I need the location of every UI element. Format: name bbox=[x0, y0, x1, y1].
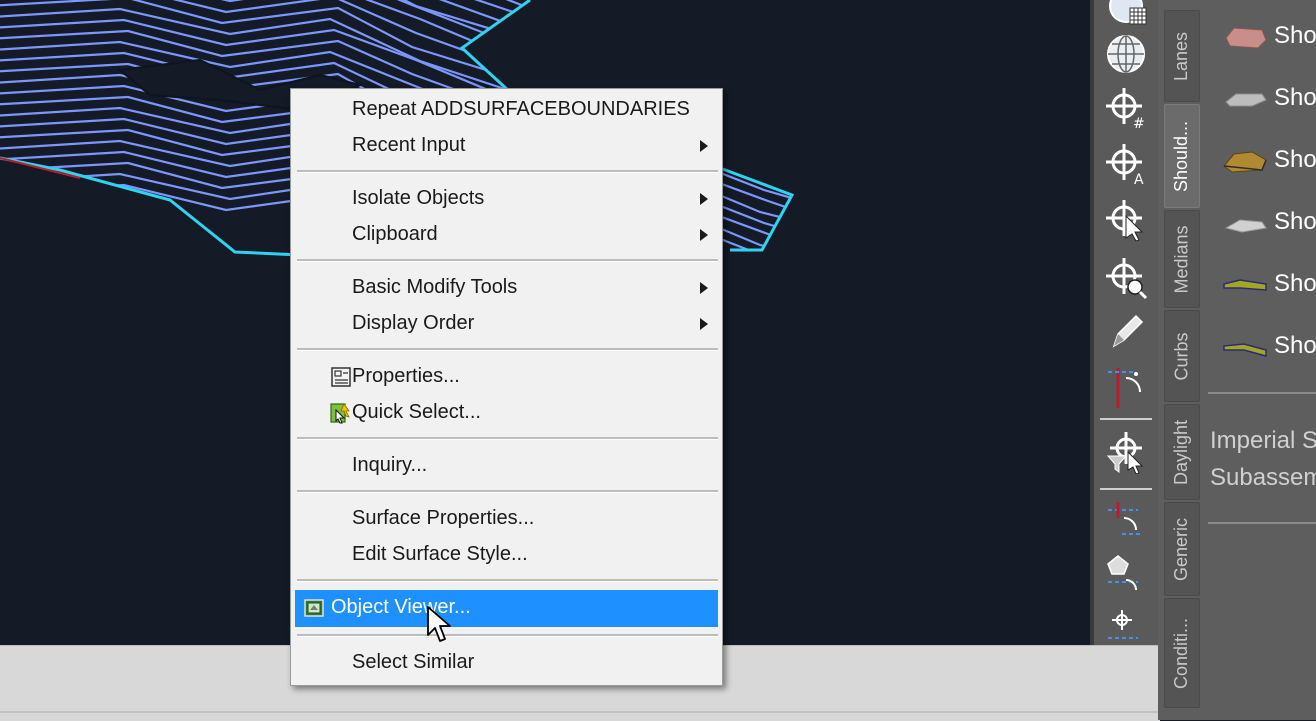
offset-line-icon[interactable] bbox=[1104, 498, 1148, 542]
filter-select-icon[interactable] bbox=[1104, 430, 1148, 474]
menu-item-surface-properties[interactable]: Surface Properties... bbox=[295, 501, 718, 536]
submenu-arrow-icon bbox=[700, 193, 708, 205]
menu-item-inquiry[interactable]: Inquiry... bbox=[295, 448, 718, 483]
shoulder-thumb-icon bbox=[1225, 27, 1267, 49]
tab-curbs[interactable]: Curbs bbox=[1164, 310, 1200, 402]
tab-lanes[interactable]: Lanes bbox=[1164, 10, 1200, 102]
palette-content: Sho Sho Sho Sho Sho Sho Imperial S Subas… bbox=[1204, 0, 1316, 720]
tool-palette: Lanes Should... Medians Curbs Daylight G… bbox=[1158, 0, 1316, 720]
shoulder-thumb-icon bbox=[1223, 343, 1267, 357]
shoulder-thumb-icon bbox=[1225, 93, 1267, 107]
tab-shoulders[interactable]: Should... bbox=[1164, 104, 1200, 208]
menu-item-recent-input[interactable]: Recent Input bbox=[295, 128, 718, 163]
crosshair-zoom-icon[interactable] bbox=[1104, 256, 1148, 300]
subassembly-toolbar: # A bbox=[1090, 0, 1158, 645]
palette-item[interactable]: Sho bbox=[1218, 138, 1316, 182]
properties-icon bbox=[331, 367, 351, 387]
menu-item-isolate-objects[interactable]: Isolate Objects bbox=[295, 181, 718, 216]
mouse-cursor-icon bbox=[427, 606, 451, 642]
menu-item-select-similar[interactable]: Select Similar bbox=[295, 645, 718, 680]
palette-item[interactable]: Sho bbox=[1218, 14, 1316, 58]
menu-item-object-viewer[interactable]: Object Viewer... bbox=[295, 590, 718, 627]
svg-text:A: A bbox=[1134, 172, 1144, 186]
grid-tool-icon[interactable] bbox=[1104, 0, 1148, 30]
tab-medians[interactable]: Medians bbox=[1164, 210, 1200, 308]
tab-daylight[interactable]: Daylight bbox=[1164, 404, 1200, 500]
palette-item[interactable]: Sho bbox=[1218, 262, 1316, 306]
shoulder-thumb-icon bbox=[1223, 279, 1267, 291]
submenu-arrow-icon bbox=[700, 229, 708, 241]
crosshair-select-icon[interactable] bbox=[1104, 198, 1148, 242]
menu-item-basic-modify-tools[interactable]: Basic Modify Tools bbox=[295, 270, 718, 305]
insert-point-icon[interactable] bbox=[1104, 552, 1148, 596]
palette-footer-text: Imperial S Subassem bbox=[1210, 427, 1316, 491]
menu-item-repeat-command[interactable]: Repeat ADDSURFACEBOUNDARIES bbox=[295, 92, 718, 127]
palette-item[interactable]: Sho bbox=[1218, 324, 1316, 368]
pencil-icon[interactable] bbox=[1104, 310, 1148, 354]
crosshair-hash-icon[interactable]: # bbox=[1104, 86, 1148, 130]
context-menu: Repeat ADDSURFACEBOUNDARIES Recent Input… bbox=[290, 88, 723, 686]
submenu-arrow-icon bbox=[700, 282, 708, 294]
svg-text:#: # bbox=[1133, 116, 1145, 130]
shoulder-thumb-icon bbox=[1223, 151, 1267, 173]
quick-select-icon bbox=[330, 403, 350, 424]
crosshair-a-icon[interactable]: A bbox=[1104, 142, 1148, 186]
palette-tab-strip: Lanes Should... Medians Curbs Daylight G… bbox=[1158, 0, 1205, 720]
palette-item[interactable]: Sho bbox=[1218, 76, 1316, 120]
tab-conditional[interactable]: Conditi... bbox=[1164, 598, 1200, 708]
offset-arc-icon[interactable] bbox=[1104, 364, 1148, 408]
menu-item-quick-select[interactable]: Quick Select... bbox=[295, 395, 718, 430]
submenu-arrow-icon bbox=[700, 318, 708, 330]
menu-item-clipboard[interactable]: Clipboard bbox=[295, 217, 718, 252]
object-viewer-icon bbox=[304, 599, 324, 617]
menu-item-edit-surface-style[interactable]: Edit Surface Style... bbox=[295, 537, 718, 572]
palette-item[interactable]: Sho bbox=[1218, 200, 1316, 244]
snap-point-icon[interactable] bbox=[1104, 606, 1148, 650]
tab-generic[interactable]: Generic bbox=[1164, 502, 1200, 596]
menu-item-properties[interactable]: Properties... bbox=[295, 359, 718, 394]
submenu-arrow-icon bbox=[700, 140, 708, 152]
globe-tool-icon[interactable] bbox=[1104, 32, 1148, 76]
menu-item-display-order[interactable]: Display Order bbox=[295, 306, 718, 341]
shoulder-thumb-icon bbox=[1224, 219, 1267, 233]
